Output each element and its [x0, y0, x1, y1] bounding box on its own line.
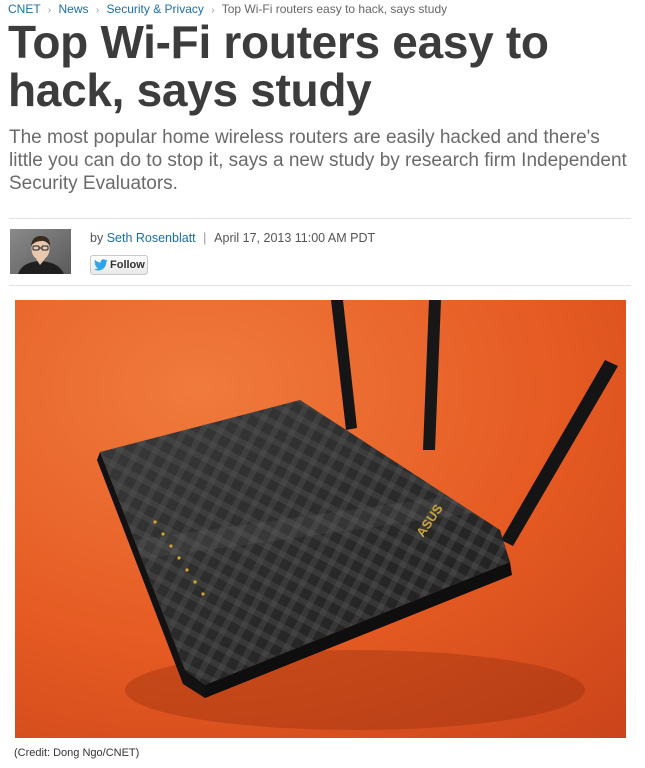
twitter-follow-button[interactable]: Follow	[90, 255, 148, 275]
byline-divider: |	[203, 231, 207, 245]
byline: by Seth Rosenblatt | April 17, 2013 11:0…	[90, 231, 375, 246]
byline-divider-top	[9, 218, 631, 219]
page-title: Top Wi-Fi routers easy to hack, says stu…	[8, 16, 549, 116]
breadcrumb-link-security-privacy[interactable]: Security & Privacy	[107, 2, 204, 16]
breadcrumb-link-cnet[interactable]: CNET	[8, 2, 40, 16]
photo-credit: (Credit: Dong Ngo/CNET)	[14, 747, 140, 759]
publish-date: April 17, 2013 11:00 AM PDT	[214, 231, 376, 245]
router-photo: ASUS	[15, 300, 626, 738]
author-avatar[interactable]	[10, 229, 71, 274]
chevron-right-icon: ›	[211, 5, 215, 16]
follow-label: Follow	[110, 259, 145, 271]
author-photo	[10, 229, 71, 274]
chevron-right-icon: ›	[95, 5, 100, 16]
article-dek: The most popular home wireless routers a…	[9, 127, 627, 194]
hero-image: ASUS	[15, 300, 626, 738]
twitter-bird-icon	[94, 259, 108, 271]
breadcrumb-current: Top Wi-Fi routers easy to hack, says stu…	[221, 2, 448, 16]
breadcrumb-link-news[interactable]: News	[58, 2, 88, 16]
author-link[interactable]: Seth Rosenblatt	[107, 231, 196, 245]
byline-divider-bottom	[9, 285, 631, 286]
byline-prefix: by	[90, 231, 104, 245]
chevron-right-icon: ›	[47, 5, 52, 16]
